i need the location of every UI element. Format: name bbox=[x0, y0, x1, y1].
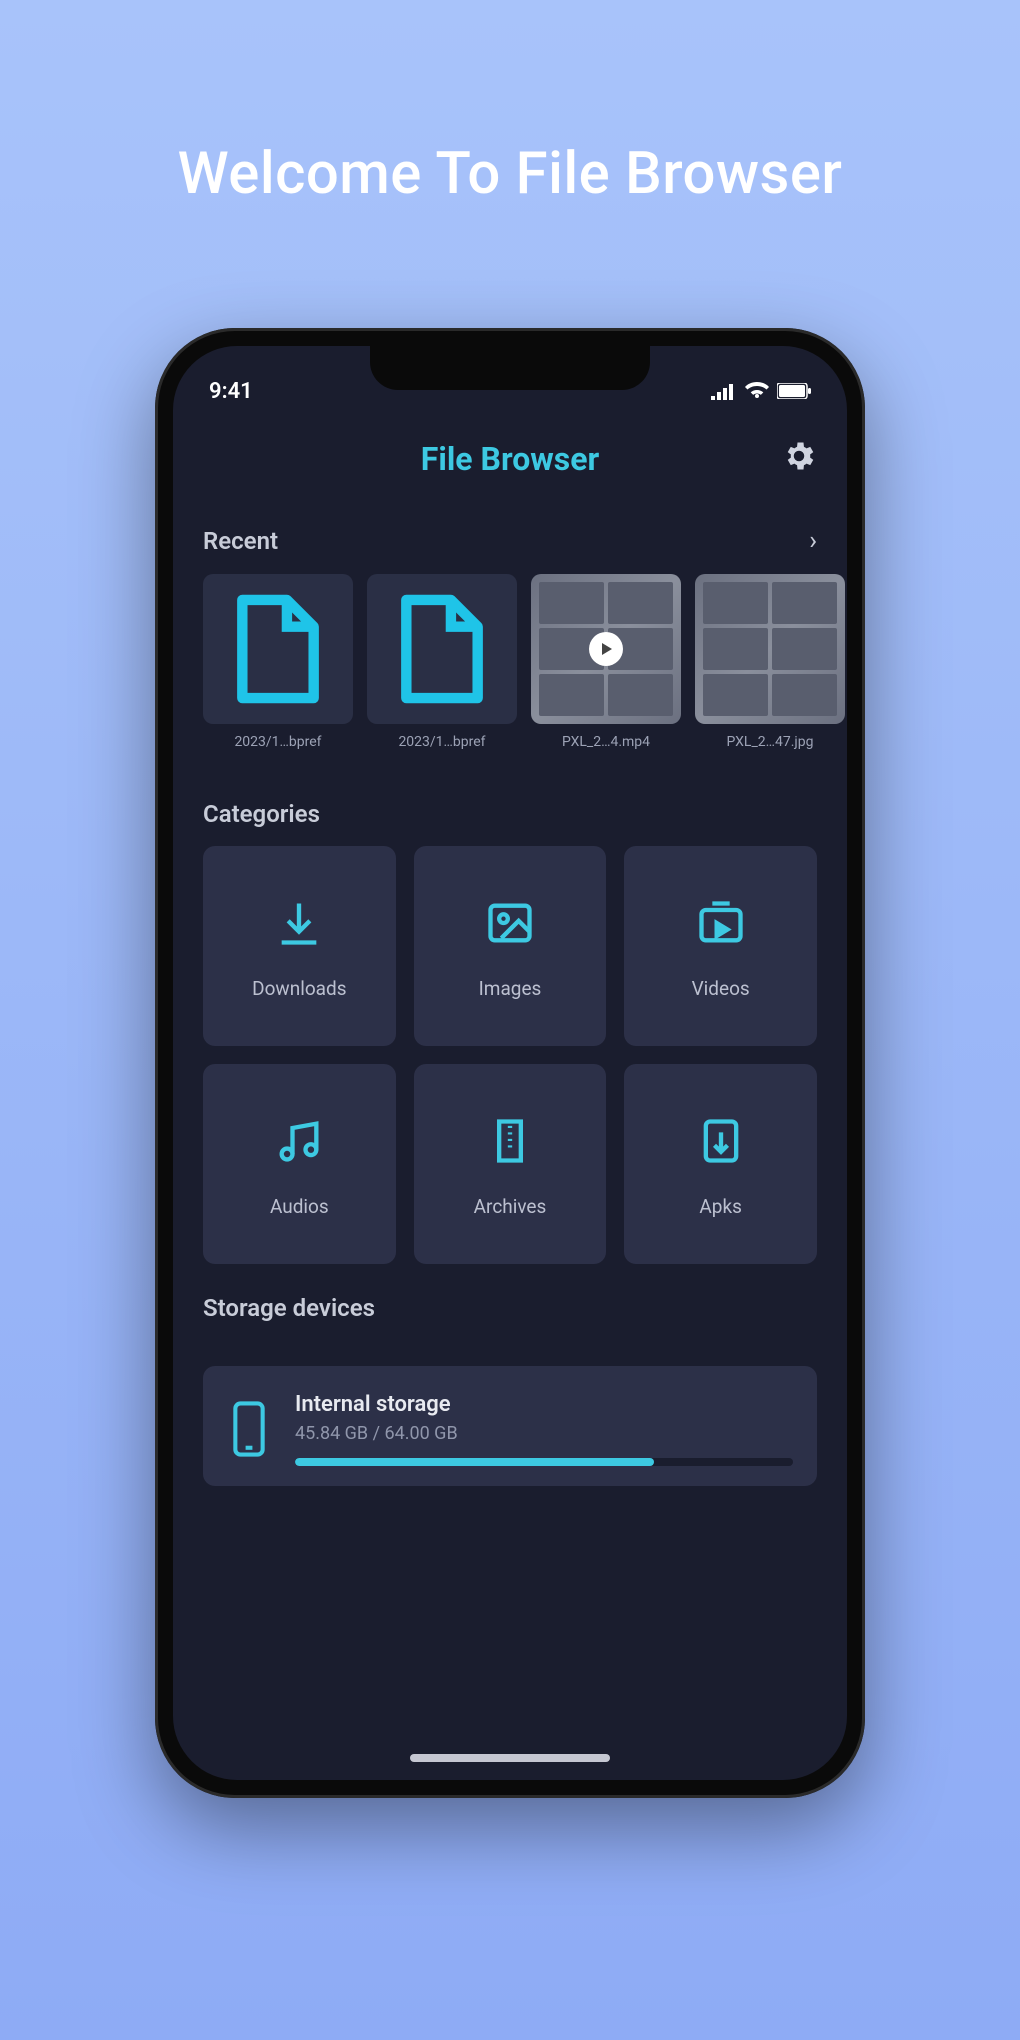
storage-name: Internal storage bbox=[295, 1392, 793, 1417]
category-audios[interactable]: Audios bbox=[203, 1064, 396, 1264]
chevron-right-icon: › bbox=[809, 526, 817, 556]
storage-usage: 45.84 GB / 64.00 GB bbox=[295, 1423, 793, 1444]
app-title: File Browser bbox=[421, 440, 599, 478]
file-icon bbox=[397, 594, 487, 704]
image-icon bbox=[480, 893, 540, 953]
storage-title: Storage devices bbox=[203, 1294, 375, 1322]
status-right bbox=[711, 382, 811, 400]
phone-notch bbox=[370, 346, 650, 390]
recent-item[interactable]: PXL_2…4.mp4 bbox=[531, 574, 681, 750]
category-videos[interactable]: Videos bbox=[624, 846, 817, 1046]
home-indicator[interactable] bbox=[410, 1754, 610, 1762]
categories-grid: Downloads Images Videos Audios bbox=[173, 846, 847, 1264]
status-time: 9:41 bbox=[209, 379, 253, 404]
phone-frame: 9:41 File Browser Recent › 2023/1…bpr bbox=[155, 328, 865, 1798]
video-thumbnail bbox=[531, 574, 681, 724]
app-header: File Browser bbox=[173, 416, 847, 496]
apk-icon bbox=[691, 1111, 751, 1171]
play-icon bbox=[589, 632, 623, 666]
category-downloads[interactable]: Downloads bbox=[203, 846, 396, 1046]
promo-title: Welcome To File Browser bbox=[178, 140, 843, 208]
storage-info: Internal storage 45.84 GB / 64.00 GB bbox=[295, 1392, 793, 1466]
category-label: Apks bbox=[699, 1195, 742, 1218]
category-images[interactable]: Images bbox=[414, 846, 607, 1046]
categories-header: Categories bbox=[173, 770, 847, 846]
recent-filename: 2023/1…bpref bbox=[234, 734, 321, 750]
wifi-icon bbox=[745, 382, 769, 400]
archive-icon bbox=[480, 1111, 540, 1171]
categories-title: Categories bbox=[203, 800, 320, 828]
gear-icon bbox=[781, 438, 817, 474]
recent-item[interactable]: 2023/1…bpref bbox=[203, 574, 353, 750]
recent-item[interactable]: PXL_2…47.jpg bbox=[695, 574, 845, 750]
storage-progress bbox=[295, 1458, 793, 1466]
storage-progress-fill bbox=[295, 1458, 654, 1466]
file-thumbnail bbox=[367, 574, 517, 724]
image-thumbnail bbox=[695, 574, 845, 724]
recent-item[interactable]: 2023/1…bpref bbox=[367, 574, 517, 750]
video-icon bbox=[691, 893, 751, 953]
category-archives[interactable]: Archives bbox=[414, 1064, 607, 1264]
battery-icon bbox=[777, 383, 811, 399]
settings-button[interactable] bbox=[781, 438, 817, 474]
recent-row: 2023/1…bpref 2023/1…bpref PXL_2…4.mp4 bbox=[173, 574, 847, 760]
audio-icon bbox=[269, 1111, 329, 1171]
recent-filename: 2023/1…bpref bbox=[398, 734, 485, 750]
category-label: Images bbox=[479, 977, 542, 1000]
download-icon bbox=[269, 893, 329, 953]
category-label: Downloads bbox=[252, 977, 346, 1000]
category-label: Audios bbox=[270, 1195, 329, 1218]
category-label: Archives bbox=[474, 1195, 547, 1218]
category-label: Videos bbox=[692, 977, 750, 1000]
storage-internal[interactable]: Internal storage 45.84 GB / 64.00 GB bbox=[203, 1366, 817, 1486]
file-icon bbox=[233, 594, 323, 704]
recent-header[interactable]: Recent › bbox=[173, 496, 847, 574]
signal-icon bbox=[711, 382, 737, 400]
recent-filename: PXL_2…47.jpg bbox=[727, 734, 814, 750]
phone-screen: 9:41 File Browser Recent › 2023/1…bpr bbox=[173, 346, 847, 1780]
recent-title: Recent bbox=[203, 527, 278, 555]
recent-filename: PXL_2…4.mp4 bbox=[562, 734, 650, 750]
phone-storage-icon bbox=[227, 1400, 271, 1458]
storage-header: Storage devices bbox=[173, 1264, 847, 1340]
category-apks[interactable]: Apks bbox=[624, 1064, 817, 1264]
file-thumbnail bbox=[203, 574, 353, 724]
